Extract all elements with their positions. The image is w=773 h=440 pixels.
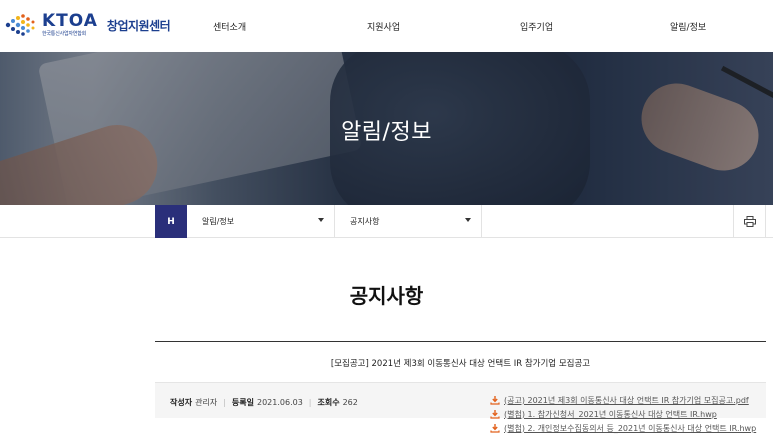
print-icon [743, 216, 756, 227]
logo-center-name: 창업지원센터 [106, 18, 171, 33]
logo-brand: KTOA [42, 11, 98, 31]
gnb-item-notice[interactable]: 알림/정보 [670, 0, 706, 52]
print-button[interactable] [733, 205, 766, 238]
download-icon [490, 396, 500, 405]
page-title: 공지사항 [349, 284, 424, 308]
board-top-rule [155, 341, 766, 342]
post-meta-row: 작성자 관리자 | 등록일 2021.06.03 | 조회수 262 (공고) … [155, 382, 766, 433]
chevron-down-icon [465, 218, 471, 222]
sub-visual-banner: 알림/정보 [0, 52, 773, 205]
attachment-list: (공고) 2021년 제3회 이동통신사 대상 언택트 IR 참가기업 모집공고… [490, 393, 760, 435]
location-dropdown-depth1[interactable]: 알림/정보 [187, 205, 335, 238]
location-depth2-label: 공지사항 [350, 217, 380, 226]
date-value: 2021.06.03 [256, 398, 303, 407]
gnb-item-program[interactable]: 지원사업 [367, 0, 400, 52]
gnb-item-companies[interactable]: 입주기업 [520, 0, 553, 52]
attachment-name: (별첨) 2. 개인정보수집동의서 등_2021년 이동통신사 대상 언택트 I… [504, 423, 757, 433]
author-value: 관리자 [195, 398, 218, 407]
author-label: 작성자 [170, 398, 193, 407]
home-button[interactable]: H [155, 205, 187, 238]
attachment-link[interactable]: (별첨) 2. 개인정보수집동의서 등_2021년 이동통신사 대상 언택트 I… [490, 421, 760, 435]
post-title: [모집공고] 2021년 제3회 이동통신사 대상 언택트 IR 참가기업 모집… [330, 359, 591, 369]
attachment-name: (공고) 2021년 제3회 이동통신사 대상 언택트 IR 참가기업 모집공고… [504, 395, 749, 405]
attachment-name: (별첨) 1. 참가신청서_2021년 이동통신사 대상 언택트 IR.hwp [504, 409, 717, 419]
location-depth1-label: 알림/정보 [202, 217, 235, 226]
views-value: 262 [342, 398, 358, 407]
attachment-link[interactable]: (별첨) 1. 참가신청서_2021년 이동통신사 대상 언택트 IR.hwp [490, 407, 760, 421]
logo-mark-icon [4, 12, 38, 38]
site-header: KTOA 한국통신사업자연합회 창업지원센터 센터소개 지원사업 입주기업 알림… [0, 0, 773, 52]
download-icon [490, 410, 500, 419]
location-bar: H 알림/정보 공지사항 [0, 205, 773, 238]
site-logo[interactable]: KTOA 한국통신사업자연합회 창업지원센터 [4, 10, 171, 40]
location-dropdown-depth2[interactable]: 공지사항 [335, 205, 482, 238]
attachment-link[interactable]: (공고) 2021년 제3회 이동통신사 대상 언택트 IR 참가기업 모집공고… [490, 393, 760, 407]
logo-subtitle: 한국통신사업자연합회 [42, 31, 87, 37]
post-meta: 작성자 관리자 | 등록일 2021.06.03 | 조회수 262 [170, 398, 358, 407]
date-label: 등록일 [231, 398, 254, 407]
download-icon [490, 424, 500, 433]
banner-title: 알림/정보 [341, 120, 432, 145]
gnb-item-center[interactable]: 센터소개 [213, 0, 246, 52]
chevron-down-icon [318, 218, 324, 222]
views-label: 조회수 [317, 398, 340, 407]
